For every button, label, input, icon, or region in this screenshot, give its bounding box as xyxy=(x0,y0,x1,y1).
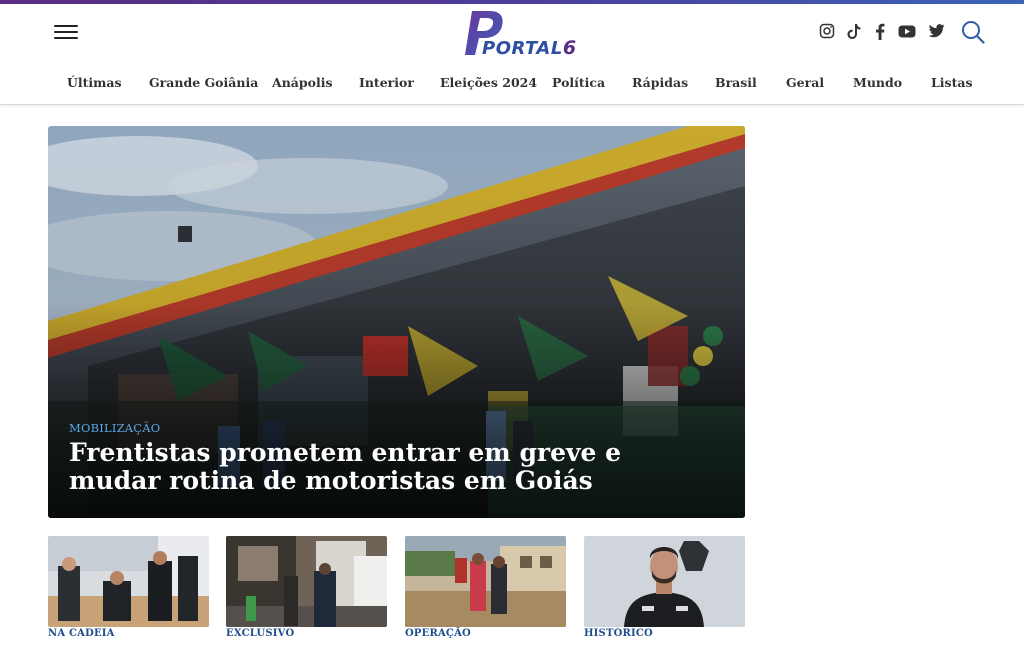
news-card-category[interactable]: NA CADEIA xyxy=(48,628,209,639)
twitter-icon[interactable] xyxy=(925,20,947,42)
news-card-category[interactable]: EXCLUSIVO xyxy=(226,628,387,639)
hero-headline[interactable]: Frentistas prometem entrar em greve e mu… xyxy=(69,439,709,495)
hero-category[interactable]: MOBILIZAÇÃO xyxy=(69,421,160,435)
main-navigation: Últimas Grande Goiânia Anápolis Interior… xyxy=(0,61,1024,105)
nav-item-ultimas[interactable]: Últimas xyxy=(67,75,122,90)
news-card-thumbnail xyxy=(405,536,566,627)
nav-item-mundo[interactable]: Mundo xyxy=(853,75,902,90)
portal6-logo[interactable]: PORTAL6 xyxy=(460,7,576,59)
news-card-category[interactable]: OPERAÇÃO xyxy=(405,628,566,639)
news-card-thumbnail xyxy=(584,536,745,627)
instagram-icon[interactable] xyxy=(816,20,838,42)
news-card[interactable]: NA CADEIA xyxy=(48,536,209,639)
nav-item-politica[interactable]: Política xyxy=(552,75,605,90)
site-header: PORTAL6 xyxy=(0,4,1024,61)
nav-item-brasil[interactable]: Brasil xyxy=(715,75,757,90)
hero-article[interactable]: MOBILIZAÇÃO Frentistas prometem entrar e… xyxy=(48,126,745,518)
search-icon[interactable] xyxy=(960,19,986,45)
nav-item-anapolis[interactable]: Anápolis xyxy=(272,75,333,90)
logo-wordmark: PORTAL6 xyxy=(482,37,577,59)
tiktok-icon[interactable] xyxy=(843,20,865,42)
facebook-icon[interactable] xyxy=(869,20,891,42)
news-card[interactable]: EXCLUSIVO xyxy=(226,536,387,639)
hamburger-menu-icon[interactable] xyxy=(54,24,78,40)
youtube-icon[interactable] xyxy=(896,20,918,42)
nav-item-listas[interactable]: Listas xyxy=(931,75,973,90)
news-card[interactable]: OPERAÇÃO xyxy=(405,536,566,639)
news-card[interactable]: HISTÓRICO xyxy=(584,536,745,639)
nav-item-eleicoes-2024[interactable]: Eleições 2024 xyxy=(440,75,537,90)
news-card-thumbnail xyxy=(48,536,209,627)
nav-item-rapidas[interactable]: Rápidas xyxy=(632,75,688,90)
nav-item-geral[interactable]: Geral xyxy=(786,75,824,90)
nav-item-grande-goiania[interactable]: Grande Goiânia xyxy=(149,75,258,90)
nav-item-interior[interactable]: Interior xyxy=(359,75,414,90)
news-card-thumbnail xyxy=(226,536,387,627)
news-card-category[interactable]: HISTÓRICO xyxy=(584,628,745,639)
